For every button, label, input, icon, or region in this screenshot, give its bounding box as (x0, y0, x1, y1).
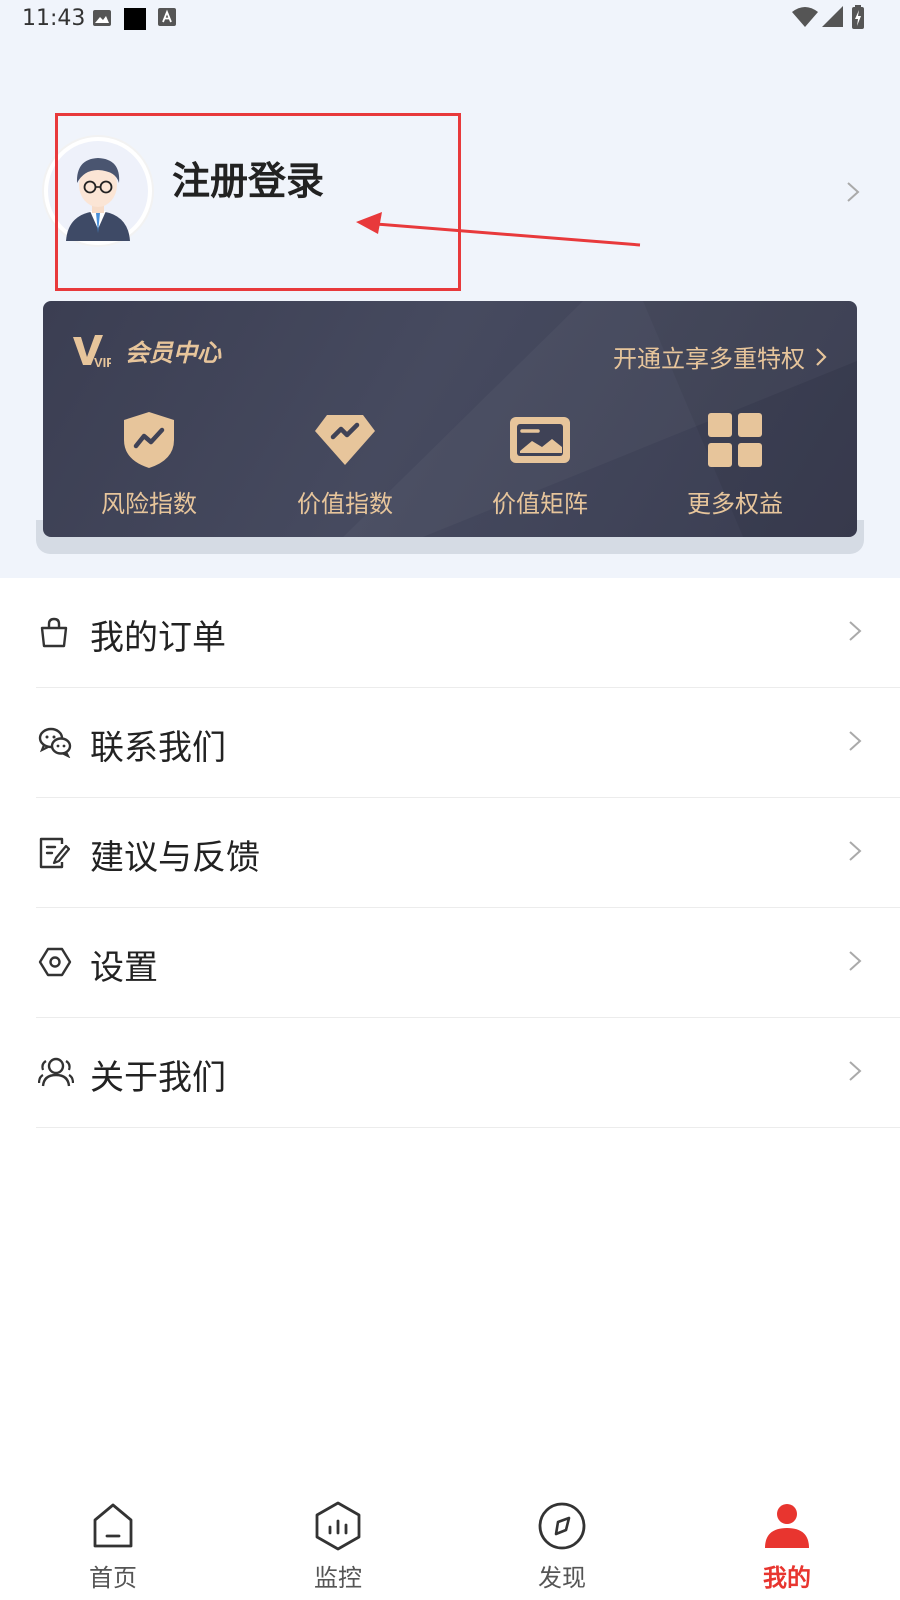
compass-icon (537, 1498, 587, 1554)
shopping-bag-icon (38, 616, 70, 652)
bottom-tab-bar: 首页 监控 发现 我的 (0, 1480, 900, 1600)
benefit-value-index[interactable]: 价值指数 (245, 409, 445, 519)
chevron-right-icon (848, 620, 862, 646)
benefit-risk-index[interactable]: 风险指数 (49, 409, 249, 519)
tab-discover[interactable]: 发现 (502, 1498, 622, 1598)
vip-logo-text: VIP (94, 355, 111, 370)
vip-chevron-right-icon (816, 347, 827, 366)
tab-label: 监控 (314, 1564, 362, 1592)
user-icon (763, 1498, 811, 1554)
image-card-icon (508, 409, 572, 470)
benefit-label: 价值指数 (297, 490, 393, 518)
menu-item-feedback[interactable]: 建议与反馈 (0, 798, 900, 908)
tab-mine[interactable]: 我的 (727, 1498, 847, 1598)
vip-promo-link[interactable]: 开通立享多重特权 (613, 339, 827, 374)
annotation-arrow-icon (340, 200, 650, 254)
benefit-label: 价值矩阵 (492, 490, 588, 518)
menu-label: 关于我们 (90, 1058, 226, 1098)
notification-square-icon (124, 8, 146, 34)
wifi-icon (792, 6, 818, 32)
chevron-right-icon (848, 840, 862, 866)
tab-monitor[interactable]: 监控 (278, 1498, 398, 1598)
signal-icon (822, 6, 844, 32)
menu-item-settings[interactable]: 设置 (0, 908, 900, 1018)
benefit-value-matrix[interactable]: 价值矩阵 (440, 409, 640, 519)
menu-divider (36, 1127, 900, 1128)
menu-item-contact-us[interactable]: 联系我们 (0, 688, 900, 798)
menu-item-my-orders[interactable]: 我的订单 (0, 578, 900, 688)
status-time: 11:43 (22, 6, 86, 31)
feedback-icon (38, 836, 71, 874)
settings-menu-list: 我的订单 联系我们 建议与反馈 设置 关于我们 (0, 578, 900, 1128)
monitor-icon (314, 1498, 362, 1554)
vip-center-title: 会员中心 (125, 339, 221, 367)
profile-chevron-right-icon[interactable] (846, 181, 860, 207)
vip-member-card[interactable]: VIP 会员中心 开通立享多重特权 风险指数 价值指数 价值矩阵 更多权益 (43, 301, 857, 537)
menu-item-about-us[interactable]: 关于我们 (0, 1018, 900, 1128)
status-bar: 11:43 (0, 0, 900, 38)
battery-icon (852, 5, 864, 33)
tab-label: 我的 (763, 1564, 811, 1592)
menu-label: 我的订单 (90, 618, 226, 658)
menu-label: 建议与反馈 (90, 838, 260, 878)
diamond-chart-icon (313, 409, 377, 470)
settings-icon (38, 946, 72, 982)
shield-chart-icon (122, 409, 176, 470)
benefit-label: 更多权益 (687, 490, 783, 518)
vip-promo-text: 开通立享多重特权 (613, 345, 805, 373)
chevron-right-icon (848, 730, 862, 756)
benefit-more-rights[interactable]: 更多权益 (635, 409, 835, 519)
menu-label: 设置 (90, 948, 158, 988)
users-icon (37, 1056, 75, 1092)
tab-home[interactable]: 首页 (53, 1498, 173, 1598)
tab-label: 首页 (89, 1564, 137, 1592)
chevron-right-icon (848, 950, 862, 976)
vip-logo-icon: VIP (71, 331, 115, 375)
tab-label: 发现 (538, 1564, 586, 1592)
benefit-label: 风险指数 (101, 490, 197, 518)
chevron-right-icon (848, 1060, 862, 1086)
menu-label: 联系我们 (90, 728, 226, 768)
font-a-icon (158, 8, 176, 30)
wechat-icon (38, 726, 72, 762)
grid-icon (706, 409, 764, 470)
home-icon (91, 1498, 135, 1554)
gallery-icon (92, 8, 112, 32)
